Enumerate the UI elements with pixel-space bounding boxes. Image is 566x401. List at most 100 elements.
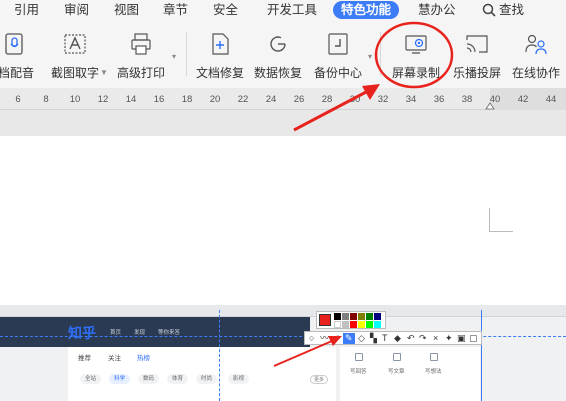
annotation-toolbar: ○ 〰 ↗ ✎ ◇ ▚ T ◆ ↶ ↷ × ✦ ▣ ▢ [304, 309, 482, 345]
color-swatch [334, 321, 341, 328]
printer-icon [131, 33, 151, 55]
ruler-tick: 24 [265, 94, 277, 105]
cast-screen-label: 乐播投屏 [452, 66, 501, 80]
eraser-tool-icon: ◆ [394, 333, 401, 343]
tab-view[interactable]: 视图 [114, 1, 139, 19]
ribbon-separator [380, 32, 381, 76]
ribbon-separator [186, 32, 187, 76]
color-palette [316, 311, 386, 329]
color-swatch [342, 321, 349, 328]
zhihu-header [0, 317, 310, 347]
cast-screen-button[interactable]: 乐播投屏 [450, 30, 504, 86]
online-collab-button[interactable]: 在线协作 [507, 30, 565, 86]
screenshot-text-label: 截图取字 [50, 66, 99, 80]
screen-record-label: 屏幕录制 [391, 66, 440, 80]
zhihu-side-label: 写想法 [425, 369, 442, 375]
close-icon: × [433, 333, 439, 343]
screen-record-button[interactable]: 屏幕录制 [388, 30, 444, 86]
marker-tool-icon: ◇ [358, 333, 365, 343]
tab-developer-tools[interactable]: 开发工具 [267, 1, 317, 19]
copy-icon: ▢ [469, 333, 478, 343]
zhihu-logo: 知乎 [68, 325, 96, 341]
document-repair-button[interactable]: 文档修复 [193, 30, 247, 86]
collaboration-icon [525, 34, 547, 55]
ruler-tick: 28 [321, 94, 333, 105]
color-swatch [350, 313, 357, 320]
margin-corner-mark [489, 231, 513, 232]
color-swatch [374, 313, 381, 320]
zhihu-side-label: 写回答 [350, 369, 367, 375]
zhihu-tab: 关注 [108, 355, 121, 362]
redo-icon: ↷ [419, 333, 427, 343]
undo-icon: ↶ [407, 333, 415, 343]
ruler-tick: 36 [433, 94, 445, 105]
ruler-tick: 32 [377, 94, 389, 105]
search-label[interactable]: 查找 [499, 1, 524, 19]
microphone-icon [5, 33, 23, 55]
chevron-down-icon[interactable]: ▼ [100, 68, 108, 77]
tab-references[interactable]: 引用 [14, 1, 39, 19]
screenshot-text-button[interactable]: 截图取字 ▼ [46, 30, 108, 86]
search-icon[interactable] [482, 3, 496, 17]
backup-center-label: 备份中心 [313, 66, 362, 80]
text-tool-icon: T [382, 333, 388, 343]
dubbing-label: 档配音 [0, 66, 34, 80]
annotation-tool-strip: ○ 〰 ↗ ✎ ◇ ▚ T ◆ ↶ ↷ × ✦ ▣ ▢ [304, 331, 482, 345]
ruler-tick: 38 [461, 94, 473, 105]
backup-center-button[interactable]: 备份中心 [310, 30, 366, 86]
zhihu-topic-pill: 科学 [109, 374, 131, 384]
ruler-tick: 6 [15, 94, 21, 105]
ribbon-group-arrow-icon[interactable]: ▾ [172, 52, 176, 61]
tab-smart-office[interactable]: 慧办公 [418, 1, 456, 19]
zhihu-side-label: 写文章 [388, 369, 405, 375]
zhihu-nav-item: 发现 [134, 330, 146, 336]
screenshot-text-icon [64, 34, 86, 54]
ruler-tick: 14 [125, 94, 137, 105]
zhihu-topic-pill: 数码 [138, 374, 160, 384]
color-swatch [366, 321, 373, 328]
pin-icon: ✦ [445, 333, 453, 343]
capture-guide-line [219, 310, 220, 401]
zhihu-nav-item: 首页 [110, 330, 122, 336]
advanced-print-button[interactable]: 高级打印 [114, 30, 168, 86]
online-collab-label: 在线协作 [511, 66, 560, 80]
tab-review[interactable]: 审阅 [64, 1, 89, 19]
ellipse-tool-icon: ○ [309, 333, 315, 343]
ruler-tick: 26 [293, 94, 305, 105]
zhihu-tab: 热榜 [137, 355, 150, 362]
brush-tool-icon: ✎ [345, 333, 353, 343]
color-swatch [366, 313, 373, 320]
tab-special-features[interactable]: 特色功能 [333, 1, 400, 19]
right-indent-marker-icon[interactable] [485, 100, 495, 110]
color-swatch [334, 313, 341, 320]
write-idea-icon [430, 353, 438, 361]
data-recovery-icon [270, 36, 286, 52]
ribbon-group-arrow-icon[interactable]: ▾ [368, 52, 372, 61]
mosaic-tool-icon: ▚ [370, 333, 377, 343]
ruler-tick: 8 [43, 94, 49, 105]
backup-icon [328, 33, 348, 55]
tab-chapter[interactable]: 章节 [163, 1, 188, 19]
color-swatch [374, 321, 381, 328]
ruler-tick: 16 [153, 94, 165, 105]
data-recovery-button[interactable]: 数据恢复 [251, 30, 305, 86]
ruler-tick: 12 [97, 94, 109, 105]
page-gap [0, 110, 566, 136]
ruler-tick: 20 [209, 94, 221, 105]
tab-security[interactable]: 安全 [213, 1, 238, 19]
horizontal-ruler[interactable]: 6 8 10 12 14 16 18 20 22 24 26 28 30 32 … [0, 88, 566, 110]
ruler-tick: 44 [545, 94, 557, 105]
zhihu-topic-pill: 时尚 [196, 374, 218, 384]
arrow-tool-icon: ↗ [333, 333, 341, 343]
zhihu-more-button: 更多 [310, 375, 329, 384]
dubbing-button[interactable]: 档配音 [0, 30, 40, 86]
ruler-tick: 34 [405, 94, 417, 105]
zhihu-topic-pill: 全站 [80, 374, 102, 384]
ruler-tick: 22 [237, 94, 249, 105]
cast-screen-icon [466, 35, 488, 53]
color-swatch [350, 321, 357, 328]
advanced-print-label: 高级打印 [116, 66, 165, 80]
color-swatch [358, 313, 365, 320]
write-answer-icon [355, 353, 363, 361]
zhihu-nav-item: 等你来答 [158, 330, 181, 336]
